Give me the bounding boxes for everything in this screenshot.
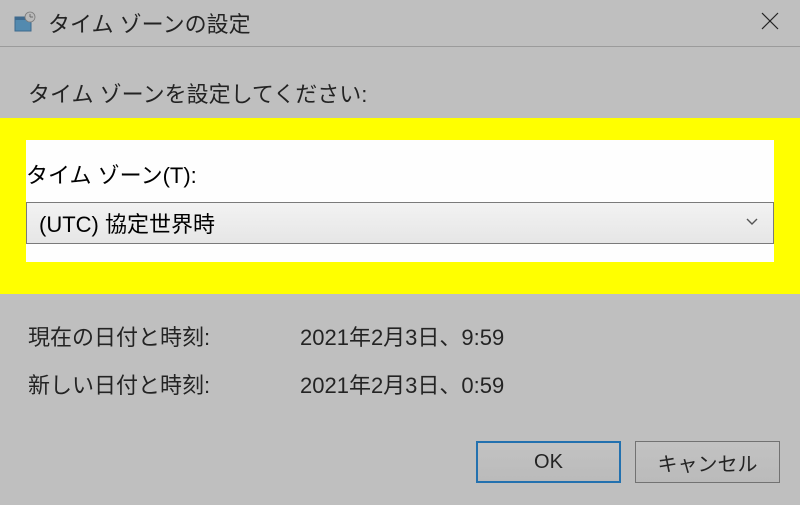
timezone-section: タイム ゾーン(T): (UTC) 協定世界時 — [26, 140, 774, 262]
close-icon — [760, 11, 780, 36]
button-row: OK キャンセル — [476, 441, 780, 483]
current-datetime-label: 現在の日付と時刻: — [28, 320, 300, 352]
new-datetime-label: 新しい日付と時刻: — [28, 368, 300, 400]
close-button[interactable] — [740, 0, 800, 47]
cancel-button[interactable]: キャンセル — [635, 441, 780, 483]
ok-button-label: OK — [534, 451, 563, 474]
timezone-select[interactable]: (UTC) 協定世界時 — [26, 202, 774, 244]
dialog-window: タイム ゾーンの設定 タイム ゾーンを設定してください: タイム ゾーン(T):… — [0, 0, 800, 505]
new-datetime-value: 2021年2月3日、0:59 — [300, 368, 504, 400]
current-datetime-value: 2021年2月3日、9:59 — [300, 320, 504, 352]
titlebar: タイム ゾーンの設定 — [0, 0, 800, 47]
datetime-section: 現在の日付と時刻: 2021年2月3日、9:59 新しい日付と時刻: 2021年… — [28, 320, 504, 416]
cancel-button-label: キャンセル — [658, 448, 758, 477]
new-datetime-row: 新しい日付と時刻: 2021年2月3日、0:59 — [28, 368, 504, 400]
instruction-text: タイム ゾーンを設定してください: — [28, 77, 772, 109]
chevron-down-icon — [745, 214, 759, 233]
timezone-label: タイム ゾーン(T): — [26, 158, 774, 190]
timezone-settings-icon — [12, 10, 38, 36]
highlight-region: タイム ゾーン(T): (UTC) 協定世界時 — [0, 118, 800, 294]
window-title: タイム ゾーンの設定 — [48, 7, 251, 39]
current-datetime-row: 現在の日付と時刻: 2021年2月3日、9:59 — [28, 320, 504, 352]
ok-button[interactable]: OK — [476, 441, 621, 483]
content-area: タイム ゾーンを設定してください: — [0, 47, 800, 109]
timezone-selected-value: (UTC) 協定世界時 — [39, 207, 215, 239]
